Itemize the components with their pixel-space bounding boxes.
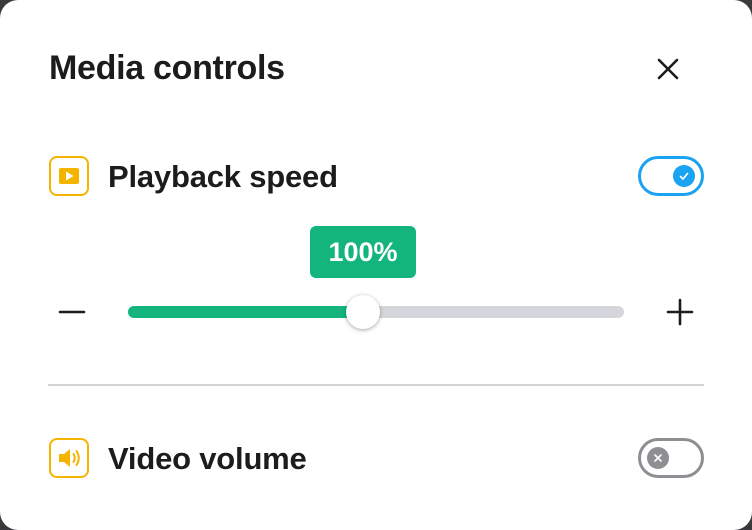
video-volume-label: Video volume xyxy=(108,441,307,476)
play-icon xyxy=(59,168,79,184)
playback-speed-label: Playback speed xyxy=(108,159,338,194)
slider-thumb[interactable] xyxy=(346,295,381,329)
volume-row-icon xyxy=(49,438,89,478)
decrease-speed-button[interactable] xyxy=(52,292,92,332)
dialog-title: Media controls xyxy=(49,49,285,87)
playback-speed-slider[interactable] xyxy=(128,295,624,329)
toggle-knob xyxy=(673,165,695,187)
slider-fill xyxy=(128,306,364,318)
close-icon xyxy=(657,58,679,80)
playback-speed-toggle[interactable] xyxy=(638,156,704,196)
playback-speed-value-badge: 100% xyxy=(310,226,416,278)
plus-icon xyxy=(666,298,694,326)
video-volume-toggle[interactable] xyxy=(638,438,704,478)
section-divider xyxy=(48,384,704,386)
check-icon xyxy=(679,172,689,180)
x-icon xyxy=(654,454,662,462)
minus-icon xyxy=(58,310,86,314)
toggle-knob xyxy=(647,447,669,469)
media-controls-dialog: Media controls Playback speed 100% Video… xyxy=(0,0,752,530)
close-button[interactable] xyxy=(650,51,686,87)
playback-row-icon xyxy=(49,156,89,196)
speaker-icon xyxy=(59,449,80,467)
increase-speed-button[interactable] xyxy=(660,292,700,332)
